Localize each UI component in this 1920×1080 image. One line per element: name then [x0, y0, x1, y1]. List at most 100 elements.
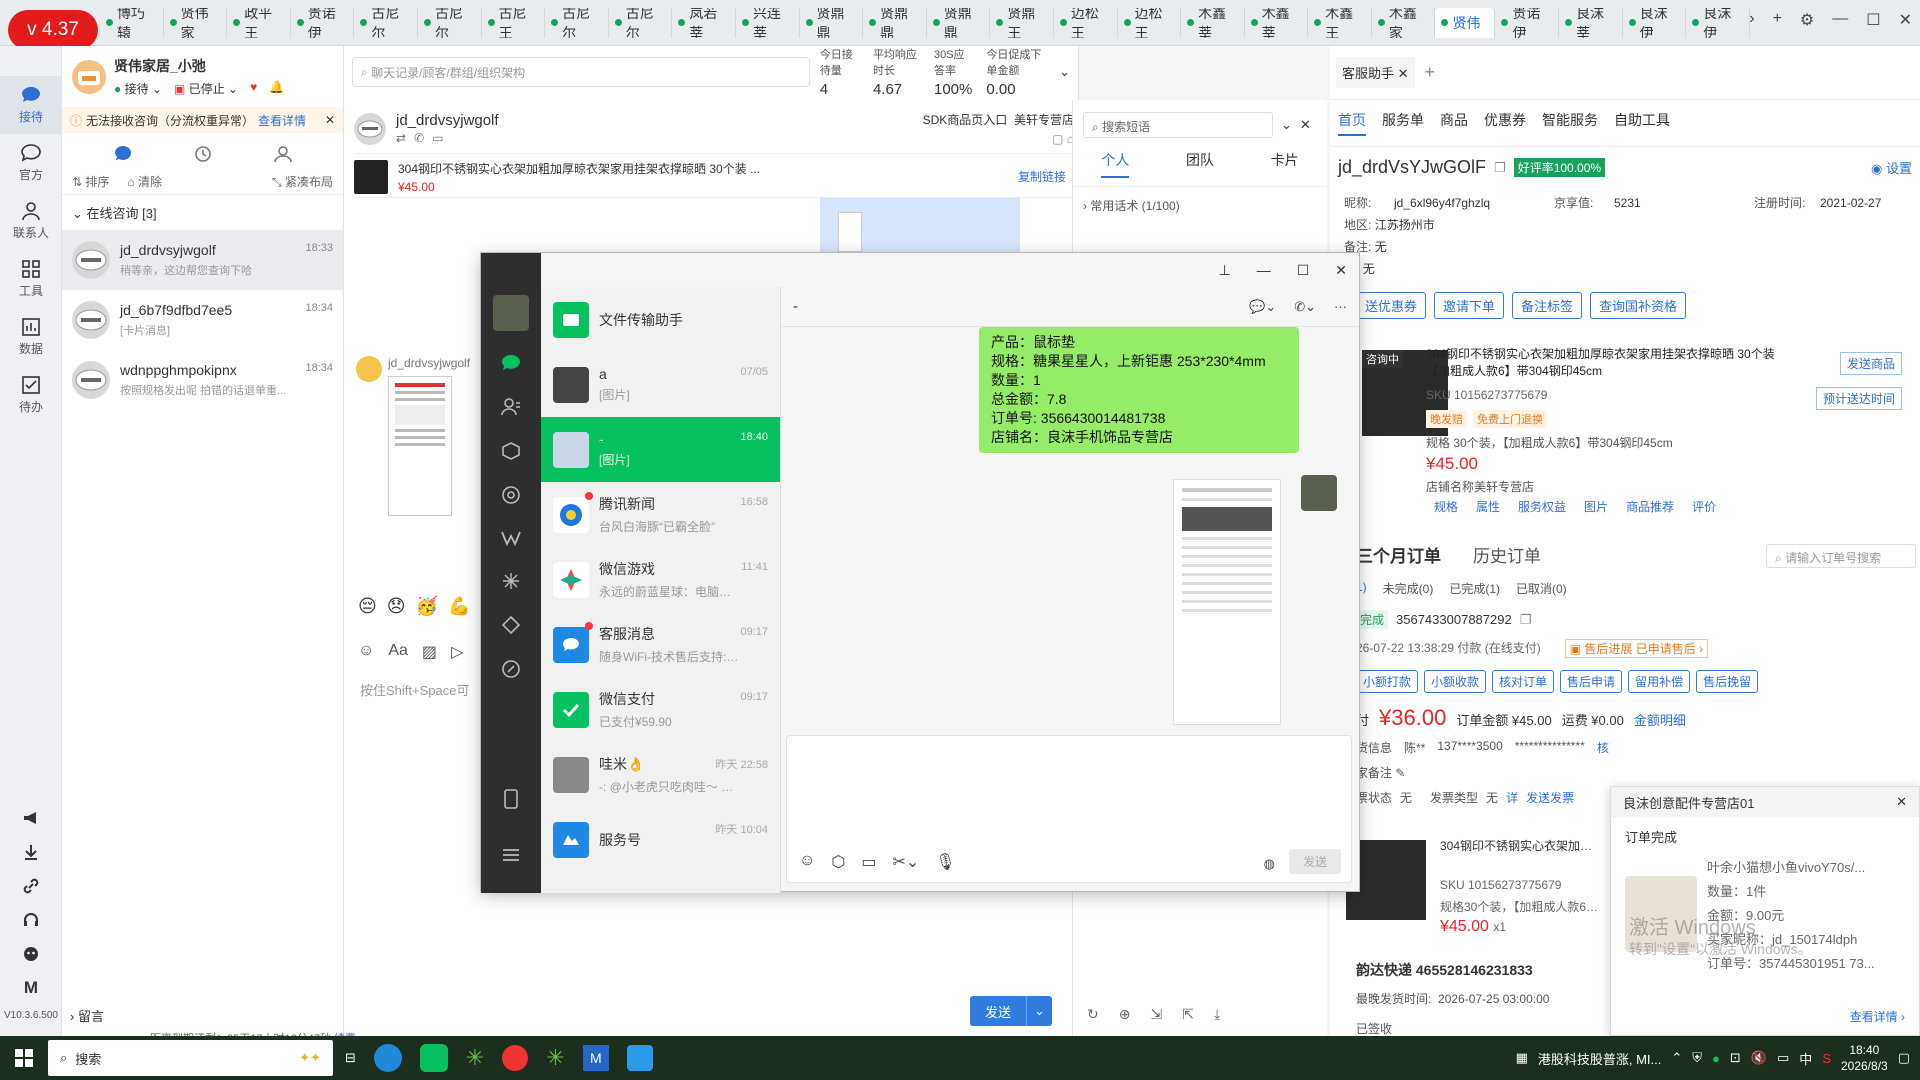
copy-order-icon[interactable]: ❐ [1520, 612, 1532, 628]
bell-icon[interactable]: 🔔 [269, 80, 284, 97]
history-orders-tab[interactable]: 历史订单 [1473, 542, 1541, 567]
shop-tab[interactable]: 迈松王 [1118, 7, 1182, 38]
stopped-status[interactable]: ▣ 已停止 ⌄ [174, 80, 238, 97]
wechat-image-message[interactable] [1173, 479, 1281, 725]
font-icon[interactable]: Aa [388, 642, 408, 662]
shop-tab[interactable]: 贤鼎鼎 [927, 7, 991, 38]
wechat-contacts-icon[interactable] [501, 397, 521, 417]
news-icon[interactable]: ▦ [1516, 1050, 1528, 1066]
shop-tab[interactable]: 古尼尔 [609, 7, 673, 38]
shop-tab[interactable]: 贤鼎王 [990, 7, 1054, 38]
order-tab[interactable]: 已取消(0) [1516, 580, 1567, 597]
tray-volume-icon[interactable]: 🔇 [1751, 1050, 1767, 1066]
app-star-icon[interactable]: ✳ [466, 1045, 484, 1071]
wechat-mic-icon[interactable]: 🎙 [935, 852, 955, 872]
shop-tab[interactable]: 良沫伊 [1623, 7, 1687, 38]
ime-indicator[interactable]: 中 [1799, 1049, 1812, 1068]
wechat-search-icon[interactable] [501, 571, 521, 591]
wechat-phone-icon[interactable] [502, 789, 520, 809]
shop-tab[interactable]: 岚若莘 [672, 7, 736, 38]
shop-tab[interactable]: 木鑫王 [1308, 7, 1372, 38]
order-remark[interactable]: 家备注 ✎ [1356, 764, 1876, 781]
app-star2-icon[interactable]: ✳ [546, 1045, 564, 1071]
tray-chevron-icon[interactable]: ⌃ [1671, 1050, 1682, 1066]
import-icon[interactable]: ⇲ [1150, 1006, 1162, 1023]
wechat-link-icon[interactable] [501, 659, 521, 679]
edge-icon[interactable] [373, 1044, 402, 1072]
customer-action-button[interactable]: 备注标签 [1512, 292, 1583, 319]
tray-sogou-icon[interactable]: S [1822, 1051, 1831, 1066]
emoji-icon[interactable]: 🥳 [416, 596, 438, 617]
wechat-folder-icon[interactable]: ▭ [861, 852, 876, 872]
settings-icon[interactable]: ⚙ [1800, 10, 1814, 30]
order-search-input[interactable]: ⌕ 请输入订单号搜索 [1766, 544, 1916, 568]
wechat-chat-item[interactable]: 哇米👌 -: @小老虎只吃肉哇～ 有事 昨天 22:58 [541, 742, 780, 807]
rail-item-contacts[interactable]: 联系人 [0, 192, 62, 250]
app-m-icon[interactable]: M [582, 1045, 609, 1071]
app-chat-icon[interactable] [626, 1045, 653, 1071]
wechat-emoji-icon[interactable]: ☺ [799, 852, 815, 872]
wechat-moments-icon[interactable] [501, 485, 521, 505]
product-link[interactable]: 评价 [1692, 498, 1716, 515]
settings-link[interactable]: ◉ 设置 [1871, 158, 1912, 177]
quick-tab[interactable]: 团队 [1186, 150, 1214, 178]
order-action-button[interactable]: 售后挽留 [1696, 670, 1759, 693]
wechat-minimize-icon[interactable]: — [1257, 262, 1271, 278]
shop-tab[interactable]: 古尼王 [482, 7, 546, 38]
wechat-chat-item[interactable]: 微信支付 已支付¥59.90 09:17 [541, 677, 780, 742]
conversation-item[interactable]: jd_drdvsyjwgolf 18:33 稍等亲，这边帮您查询下哈 [62, 230, 343, 290]
emoji-icon[interactable]: 💪 [448, 596, 470, 617]
wechat-maximize-icon[interactable]: ☐ [1297, 262, 1310, 279]
popup-close-icon[interactable]: ✕ [1896, 794, 1907, 810]
customer-action-button[interactable]: 送优惠券 [1356, 292, 1427, 319]
product-link[interactable]: 图片 [1584, 498, 1608, 515]
shop-tab[interactable]: 木鑫莘 [1181, 7, 1245, 38]
order-action-button[interactable]: 小额收款 [1424, 670, 1487, 693]
send-button[interactable]: 发送 [970, 996, 1026, 1026]
rail-item-chat[interactable]: 接待 [0, 76, 62, 134]
shop-tab[interactable]: 良沫伊 [1686, 7, 1750, 38]
popup-view-detail[interactable]: 查看详情 › [1850, 1008, 1905, 1025]
shop-tab[interactable]: 迈松王 [1054, 7, 1118, 38]
shop-tab[interactable]: 博巧辕 [100, 7, 164, 38]
task-view-icon[interactable]: ⊟ [345, 1050, 356, 1066]
close-icon[interactable]: ✕ [1899, 10, 1912, 30]
phone-icon[interactable]: ✆ [414, 131, 424, 145]
order-tab[interactable]: 已完成(1) [1449, 580, 1500, 597]
est-delivery-button[interactable]: 预计送达时间 [1815, 387, 1902, 410]
tab-scroll-right-icon[interactable]: › [1749, 10, 1754, 30]
wechat-self-avatar[interactable] [493, 295, 529, 331]
pin-icon[interactable]: ⊥ [1219, 262, 1231, 279]
video-icon[interactable]: ▷ [451, 642, 463, 662]
headset-icon[interactable] [0, 903, 62, 937]
send-product-button[interactable]: 发送商品 [1839, 352, 1902, 375]
recent-orders-tab[interactable]: 三个月订单 [1356, 542, 1441, 567]
wechat-more-icon[interactable]: ··· [1334, 299, 1347, 315]
order-tab[interactable]: 未完成(0) [1383, 580, 1434, 597]
shop-tab[interactable]: 古尼尔 [418, 7, 482, 38]
shop-tab[interactable]: 兴连莘 [736, 7, 800, 38]
clear-button[interactable]: ⌂ 清除 [127, 173, 162, 190]
screenshot-thumb[interactable] [838, 212, 862, 252]
notification-icon[interactable]: ▢ [1898, 1050, 1910, 1066]
wechat-miniprogram-icon[interactable] [501, 615, 521, 635]
add-phrase-icon[interactable]: ⊕ [1119, 1006, 1131, 1023]
wechat-voice-call-icon[interactable]: ◍ [1264, 856, 1275, 872]
download-icon[interactable] [0, 835, 62, 869]
wechat-favorite-icon[interactable]: ⬡ [831, 852, 845, 872]
shop-tab[interactable]: 贵诺伊 [1495, 7, 1560, 38]
compact-layout-button[interactable]: ⤡ 紧凑布局 [272, 173, 333, 190]
quick-tab[interactable]: 个人 [1101, 150, 1130, 178]
app-red-icon[interactable] [502, 1045, 529, 1071]
quick-expand-icon[interactable]: ⌄ [1281, 117, 1292, 133]
chat-search-input[interactable]: ⌕ 聊天记录/顾客/群组/组织架构 [352, 57, 810, 87]
add-assistant-tab-icon[interactable]: + [1425, 62, 1436, 83]
wechat-send-button[interactable]: 发送 [1288, 849, 1341, 874]
product-strip[interactable]: 304钢印不锈钢实心衣架加粗加厚晾衣架家用挂架衣撑晾晒 30个装 ... ¥45… [354, 156, 1074, 198]
assistant-nav-item[interactable]: 首页 [1338, 110, 1366, 136]
link-icon[interactable] [0, 869, 62, 903]
tab-current-icon[interactable] [113, 145, 133, 163]
conversation-item[interactable]: wdnppghmpokipnx 18:34 按照规格发出呢 拍错的话退单重... [62, 350, 343, 410]
wechat-chat-item[interactable]: 服务号 昨天 10:04 [541, 807, 780, 872]
wechat-chat-item[interactable]: 客服消息随身WiFi-技术售后支持: 随身...09:17 [541, 612, 780, 677]
